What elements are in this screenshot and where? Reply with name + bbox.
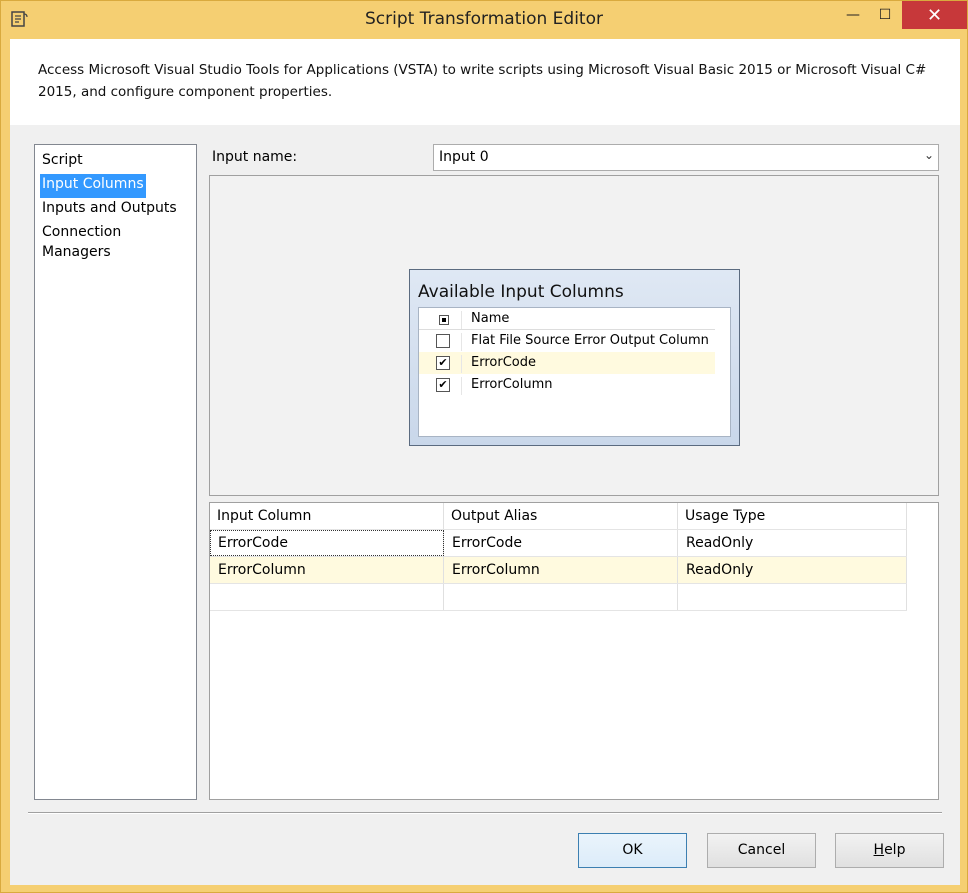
- input-column-cell[interactable]: ErrorColumn: [210, 557, 444, 583]
- mapping-grid-header: Input Column Output Alias Usage Type: [210, 503, 907, 530]
- minimize-icon[interactable]: —: [837, 1, 869, 29]
- output-alias-cell[interactable]: ErrorColumn: [444, 557, 678, 583]
- usage-type-cell[interactable]: ReadOnly: [678, 530, 907, 556]
- usage-type-cell[interactable]: [678, 584, 907, 610]
- header-output-alias[interactable]: Output Alias: [444, 503, 678, 529]
- column-name: ErrorCode: [471, 355, 536, 370]
- footer-separator: [28, 812, 942, 814]
- available-columns-grid: Name Flat File Source Error Output Colum…: [418, 307, 731, 437]
- table-row[interactable]: ErrorCode ErrorCode ReadOnly: [210, 530, 907, 557]
- columns-designer-area: Available Input Columns Name Flat File S…: [209, 175, 939, 496]
- available-column-row[interactable]: Flat File Source Error Output Column: [419, 330, 715, 352]
- column-checkbox-checked[interactable]: ✔: [436, 356, 450, 370]
- available-columns-title: Available Input Columns: [418, 282, 624, 302]
- column-checkbox-checked[interactable]: ✔: [436, 378, 450, 392]
- output-alias-cell[interactable]: [444, 584, 678, 610]
- select-all-checkbox[interactable]: [439, 315, 449, 325]
- header-usage-type[interactable]: Usage Type: [678, 503, 907, 529]
- nav-item-connection-managers[interactable]: Connection Managers: [40, 222, 196, 260]
- description-text: Access Microsoft Visual Studio Tools for…: [38, 62, 927, 100]
- input-column-cell[interactable]: ErrorCode: [210, 530, 444, 556]
- maximize-icon[interactable]: ☐: [869, 1, 901, 29]
- window-title: Script Transformation Editor: [365, 9, 603, 29]
- table-row-empty[interactable]: [210, 584, 907, 611]
- column-name: Flat File Source Error Output Column: [471, 333, 709, 348]
- page-list: Script Input Columns Inputs and Outputs …: [34, 144, 197, 800]
- table-row[interactable]: ErrorColumn ErrorColumn ReadOnly: [210, 557, 907, 584]
- name-column-header: Name: [471, 311, 510, 326]
- usage-type-cell[interactable]: ReadOnly: [678, 557, 907, 583]
- chevron-down-icon[interactable]: ⌄: [924, 148, 934, 162]
- close-icon[interactable]: ✕: [902, 1, 967, 29]
- output-alias-cell[interactable]: ErrorCode: [444, 530, 678, 556]
- input-name-select[interactable]: Input 0 ⌄: [433, 144, 939, 171]
- column-mapping-grid: Input Column Output Alias Usage Type Err…: [209, 502, 939, 800]
- input-name-value: Input 0: [439, 149, 489, 165]
- input-name-label: Input name:: [212, 149, 298, 165]
- ok-button[interactable]: OK: [578, 833, 687, 868]
- help-label: elp: [884, 842, 906, 858]
- dialog-client-area: Access Microsoft Visual Studio Tools for…: [10, 39, 960, 885]
- description-panel: Access Microsoft Visual Studio Tools for…: [10, 39, 960, 125]
- nav-item-input-columns[interactable]: Input Columns: [40, 174, 146, 198]
- available-columns-header: Name: [419, 308, 715, 330]
- help-button[interactable]: Help: [835, 833, 944, 868]
- help-accelerator: H: [873, 842, 885, 858]
- available-input-columns-box: Available Input Columns Name Flat File S…: [409, 269, 740, 446]
- available-column-row[interactable]: ✔ ErrorCode: [419, 352, 715, 374]
- column-name: ErrorColumn: [471, 377, 553, 392]
- input-column-cell[interactable]: [210, 584, 444, 610]
- header-input-column[interactable]: Input Column: [210, 503, 444, 529]
- nav-item-inputs-and-outputs[interactable]: Inputs and Outputs: [40, 198, 179, 222]
- dialog-window: Script Transformation Editor — ☐ ✕ Acces…: [0, 0, 968, 893]
- title-bar[interactable]: Script Transformation Editor — ☐ ✕: [1, 1, 967, 39]
- available-column-row[interactable]: ✔ ErrorColumn: [419, 374, 715, 396]
- nav-item-script[interactable]: Script: [40, 150, 85, 174]
- column-checkbox-unchecked[interactable]: [436, 334, 450, 348]
- cancel-button[interactable]: Cancel: [707, 833, 816, 868]
